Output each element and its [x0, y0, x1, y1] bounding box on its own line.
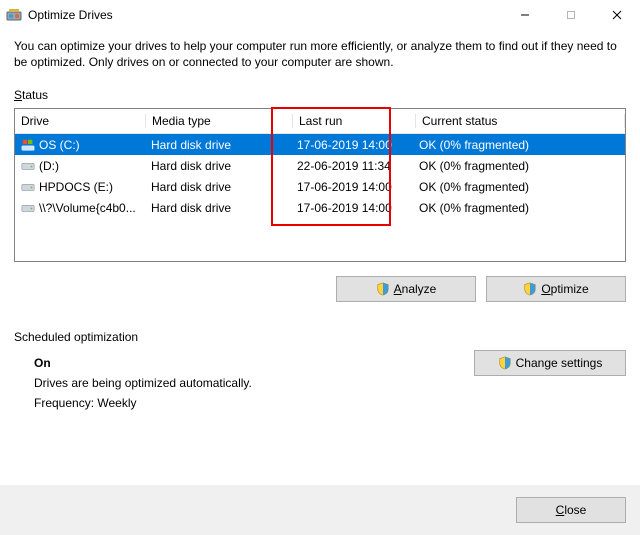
status-heading: Status: [14, 88, 626, 102]
app-icon: [6, 7, 22, 23]
cell-drive: HPDOCS (E:): [15, 180, 145, 194]
scheduled-frequency: Frequency: Weekly: [34, 396, 626, 410]
shield-icon: [376, 282, 390, 296]
cell-lastrun: 22-06-2019 11:34: [291, 159, 413, 173]
list-header[interactable]: Drive Media type Last run Current status: [15, 109, 625, 134]
cell-drive: OS (C:): [15, 138, 145, 152]
table-row[interactable]: (D:) Hard disk drive22-06-2019 11:34OK (0…: [15, 155, 625, 176]
drive-name: OS (C:): [39, 138, 80, 152]
cell-media: Hard disk drive: [145, 138, 291, 152]
bottom-bar: Close: [0, 485, 640, 535]
window: Optimize Drives You can optimize your dr…: [0, 0, 640, 535]
col-drive[interactable]: Drive: [15, 114, 146, 128]
drive-icon: [21, 201, 35, 215]
intro-text: You can optimize your drives to help you…: [14, 38, 626, 70]
scheduled-heading: Scheduled optimization: [14, 330, 626, 344]
cell-status: OK (0% fragmented): [413, 201, 625, 215]
cell-lastrun: 17-06-2019 14:00: [291, 138, 413, 152]
cell-media: Hard disk drive: [145, 180, 291, 194]
change-settings-label: Change settings: [516, 356, 603, 370]
change-settings-button[interactable]: Change settings: [474, 350, 626, 376]
window-title: Optimize Drives: [28, 8, 113, 22]
cell-lastrun: 17-06-2019 14:00: [291, 201, 413, 215]
scheduled-desc: Drives are being optimized automatically…: [34, 376, 626, 390]
cell-status: OK (0% fragmented): [413, 159, 625, 173]
cell-status: OK (0% fragmented): [413, 180, 625, 194]
optimize-button[interactable]: Optimize: [486, 276, 626, 302]
drive-name: \\?\Volume{c4b0...: [39, 201, 136, 215]
shield-icon: [523, 282, 537, 296]
close-button[interactable]: [594, 0, 640, 30]
table-row[interactable]: OS (C:) Hard disk drive17-06-2019 14:00OK…: [15, 134, 625, 155]
col-media[interactable]: Media type: [146, 114, 293, 128]
titlebar: Optimize Drives: [0, 0, 640, 30]
cell-drive: (D:): [15, 159, 145, 173]
drive-icon: [21, 159, 35, 173]
drive-icon: [21, 138, 35, 152]
cell-status: OK (0% fragmented): [413, 138, 625, 152]
table-row[interactable]: HPDOCS (E:) Hard disk drive17-06-2019 14:…: [15, 176, 625, 197]
drive-name: (D:): [39, 159, 59, 173]
table-row[interactable]: \\?\Volume{c4b0... Hard disk drive17-06-2…: [15, 197, 625, 218]
minimize-button[interactable]: [502, 0, 548, 30]
cell-drive: \\?\Volume{c4b0...: [15, 201, 145, 215]
drive-name: HPDOCS (E:): [39, 180, 113, 194]
drives-list[interactable]: Drive Media type Last run Current status…: [14, 108, 626, 262]
maximize-button: [548, 0, 594, 30]
analyze-label: Analyze: [394, 282, 437, 296]
col-status[interactable]: Current status: [416, 114, 625, 128]
shield-icon: [498, 356, 512, 370]
window-controls: [502, 0, 640, 30]
analyze-button[interactable]: Analyze: [336, 276, 476, 302]
cell-media: Hard disk drive: [145, 201, 291, 215]
close-window-button[interactable]: Close: [516, 497, 626, 523]
scheduled-box: On Drives are being optimized automatica…: [14, 350, 626, 416]
cell-lastrun: 17-06-2019 14:00: [291, 180, 413, 194]
close-label: Close: [556, 503, 587, 517]
cell-media: Hard disk drive: [145, 159, 291, 173]
col-lastrun[interactable]: Last run: [293, 114, 416, 128]
drive-icon: [21, 180, 35, 194]
optimize-label: Optimize: [541, 282, 588, 296]
